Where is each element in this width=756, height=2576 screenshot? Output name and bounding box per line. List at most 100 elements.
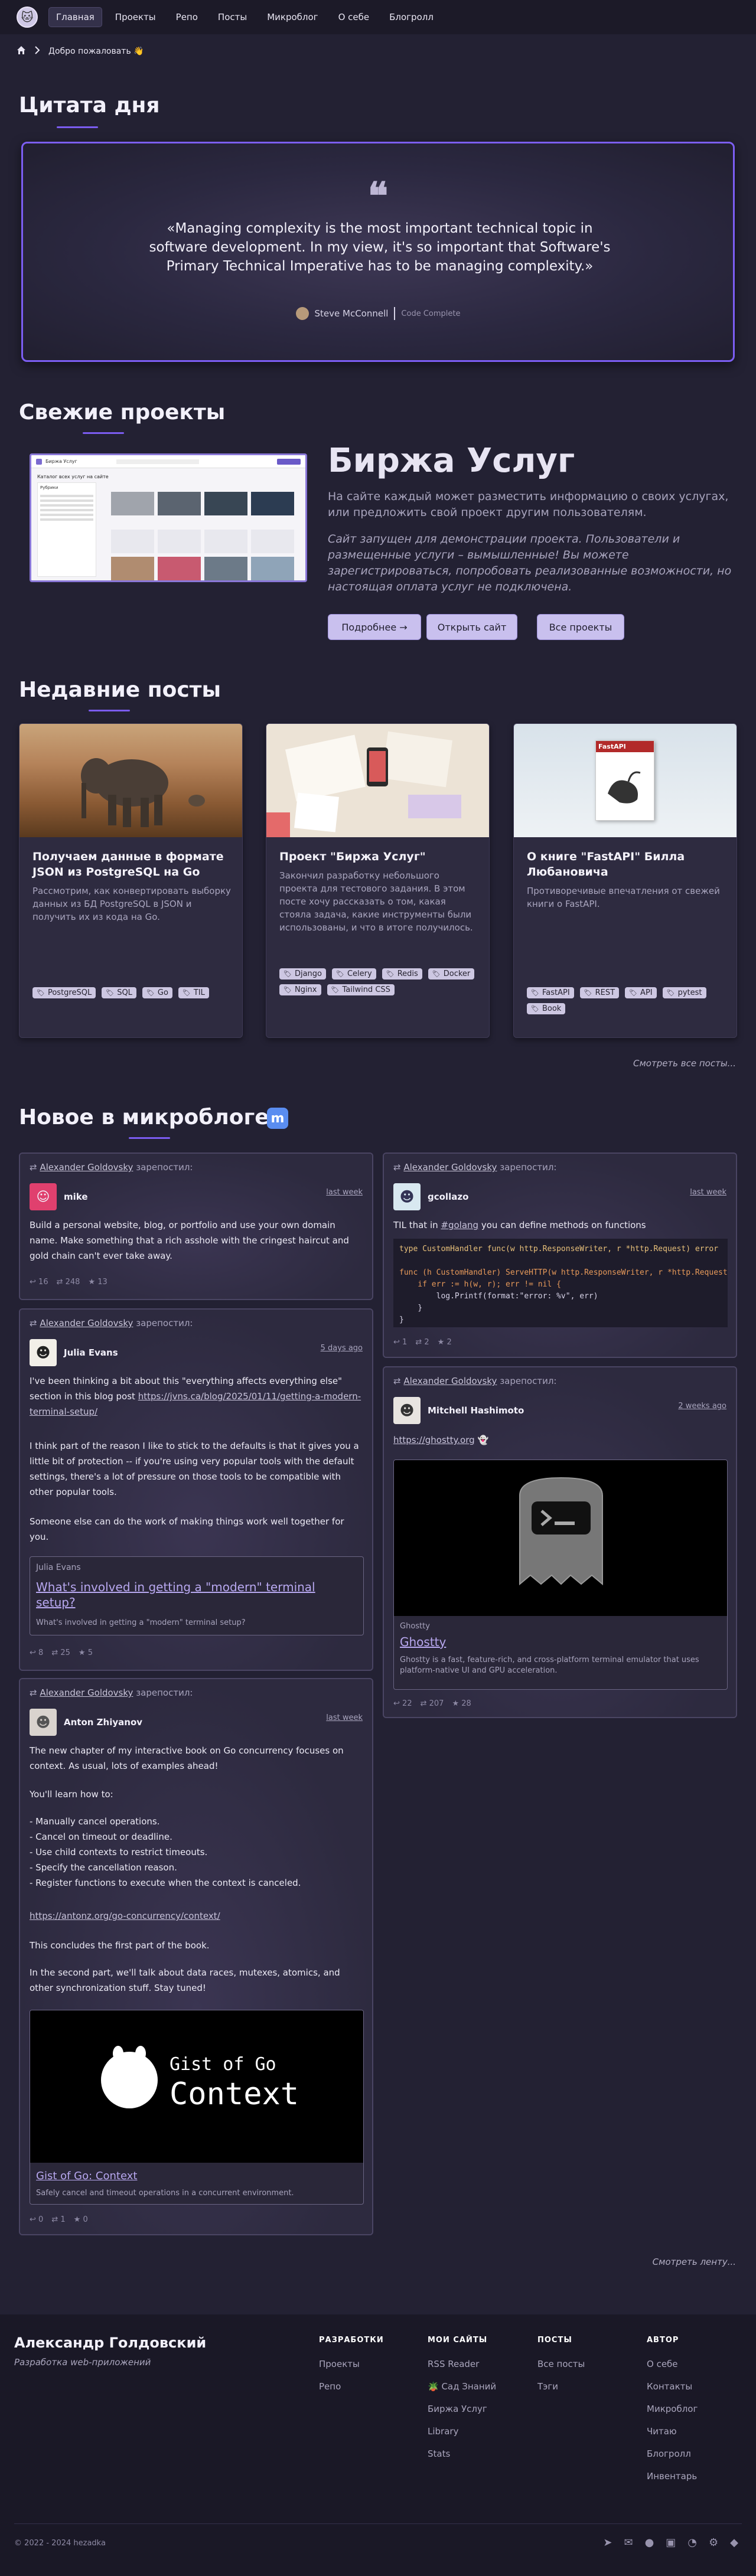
nav-microblog[interactable]: Микроблог (260, 8, 325, 27)
hashtag-link[interactable]: #golang (441, 1220, 478, 1230)
footer-link[interactable]: Читаю (647, 2426, 741, 2437)
all-projects-button[interactable]: Все проекты (537, 614, 624, 640)
booster-link[interactable]: Alexander Goldovsky (40, 1162, 133, 1173)
reply-count: 1 (402, 1338, 408, 1347)
home-icon[interactable] (17, 45, 26, 57)
boost-label: зарепостил: (136, 1318, 193, 1328)
footer-link[interactable]: Биржа Услуг (428, 2404, 528, 2414)
nav-blogroll[interactable]: Блогролл (382, 8, 441, 27)
more-button[interactable]: Подробнее → (328, 614, 421, 640)
footer-link[interactable]: Тэги (537, 2381, 632, 2392)
footer-link[interactable]: О себе (647, 2359, 741, 2369)
tag-chip[interactable]: 🏷 PostgreSQL (32, 987, 96, 998)
booster-link[interactable]: Alexander Goldovsky (40, 1318, 133, 1328)
preview-image: Gist of Go Context (30, 2010, 363, 2163)
footer-link[interactable]: Инвентарь (647, 2471, 741, 2482)
footer-link[interactable]: Library (428, 2426, 528, 2437)
post-link[interactable]: https://antonz.org/go-concurrency/contex… (30, 1911, 220, 1921)
post-time[interactable]: 5 days ago (321, 1344, 363, 1353)
tag-chip[interactable]: 🏷 Django (279, 968, 327, 980)
quote-source: Code Complete (401, 309, 461, 318)
post-card[interactable]: FastAPI О книге "FastAPI" Билла Любанови… (513, 723, 737, 1038)
tag-chip[interactable]: 🏷 pytest (662, 987, 706, 998)
footer: Александр Голдовский Разработка web-прил… (0, 2314, 756, 2576)
user-name[interactable]: Anton Zhiyanov (64, 1717, 142, 1728)
user-name[interactable]: Mitchell Hashimoto (428, 1405, 524, 1416)
see-feed-link[interactable]: Смотреть ленту... (653, 2257, 736, 2267)
fav-count: 2 (447, 1338, 452, 1347)
tag-chip[interactable]: 🏷 Go (142, 987, 172, 998)
tag-chip[interactable]: 🏷 Book (527, 1003, 566, 1014)
link-preview-card[interactable]: Gist of Go Context Gist of Go: Context S… (30, 2010, 364, 2205)
link-preview-card[interactable]: Ghostty Ghostty Ghostty is a fast, featu… (393, 1460, 728, 1690)
user-avatar[interactable]: ☺ (30, 1183, 57, 1210)
footer-link[interactable]: Микроблог (647, 2404, 741, 2414)
screenshot-filter: Рубрики (40, 485, 58, 490)
footer-link[interactable]: 🪴 Сад Знаний (428, 2381, 528, 2392)
link-preview-card[interactable]: Julia Evans What's involved in getting a… (30, 1556, 364, 1635)
tag-chip[interactable]: 🏷 Tailwind CSS (327, 984, 395, 995)
user-name[interactable]: mike (64, 1191, 88, 1202)
post-card[interactable]: Получаем данные в формате JSON из Postgr… (19, 723, 243, 1038)
list-item: - Cancel on timeout or deadline. (30, 1831, 172, 1842)
project-title[interactable]: Биржа Услуг (328, 442, 575, 480)
project-screenshot[interactable]: Биржа Услуг Каталог всех услуг на сайте … (30, 453, 307, 582)
footer-link[interactable]: Репо (319, 2381, 413, 2392)
user-name[interactable]: Julia Evans (64, 1347, 118, 1358)
tag-chip[interactable]: 🏷 SQL (102, 987, 136, 998)
booster-link[interactable]: Alexander Goldovsky (403, 1162, 497, 1173)
post-title[interactable]: Проект "Биржа Услуг" (279, 849, 480, 864)
post-time[interactable]: 2 weeks ago (678, 1402, 726, 1411)
user-avatar[interactable]: ☻ (393, 1397, 421, 1424)
card-title[interactable]: Ghostty (400, 1635, 446, 1649)
boost-icon: ⇄ (30, 1687, 37, 1698)
footer-link[interactable]: Контакты (647, 2381, 741, 2392)
open-site-button[interactable]: Открыть сайт (426, 614, 517, 640)
post-title[interactable]: О книге "FastAPI" Билла Любановича (527, 849, 728, 880)
reply-count: 16 (38, 1278, 48, 1287)
footer-link[interactable]: RSS Reader (428, 2359, 528, 2369)
mastodon-icon[interactable]: ▣ (666, 2536, 676, 2549)
tag-chip[interactable]: 🏷 API (625, 987, 657, 998)
user-name[interactable]: gcollazo (428, 1191, 468, 1202)
post-link[interactable]: https://ghostty.org (393, 1435, 475, 1445)
footer-link[interactable]: Все посты (537, 2359, 632, 2369)
telegram-icon[interactable]: ➤ (603, 2536, 612, 2549)
gopher-logo (101, 2052, 158, 2108)
footer-link[interactable]: Stats (428, 2448, 528, 2459)
tag-chip[interactable]: 🏷 Redis (382, 968, 422, 980)
user-avatar[interactable]: ☻ (30, 1339, 57, 1366)
nav-about[interactable]: О себе (331, 8, 377, 27)
booster-link[interactable]: Alexander Goldovsky (403, 1376, 497, 1386)
tag-chip[interactable]: 🏷 REST (579, 987, 620, 998)
card-title[interactable]: Gist of Go: Context (36, 2170, 137, 2182)
see-all-posts-link[interactable]: Смотреть все посты... (633, 1058, 736, 1069)
tag-chip[interactable]: 🏷 FastAPI (527, 987, 574, 998)
footer-link[interactable]: Проекты (319, 2359, 413, 2369)
tag-icon: 🏷 (432, 970, 441, 978)
nav-repo[interactable]: Репо (169, 8, 205, 27)
footer-link[interactable]: Блогролл (647, 2448, 741, 2459)
user-avatar[interactable]: ☻ (30, 1709, 57, 1736)
card-title[interactable]: What's involved in getting a "modern" te… (36, 1579, 355, 1610)
mail-icon[interactable]: ✉ (624, 2536, 633, 2549)
tag-chip[interactable]: 🏷 Nginx (279, 984, 321, 995)
cat-avatar-icon[interactable]: 🐱 (17, 6, 38, 28)
post-card[interactable]: Проект "Биржа Услуг" Закончил разработку… (266, 723, 490, 1038)
nav-projects[interactable]: Проекты (108, 8, 163, 27)
rss-icon[interactable]: ◔ (687, 2536, 697, 2549)
post-time[interactable]: last week (690, 1188, 726, 1197)
booster-link[interactable]: Alexander Goldovsky (40, 1687, 133, 1698)
steam-icon[interactable]: ⚙ (709, 2536, 718, 2549)
tag-chip[interactable]: 🏷 Docker (428, 968, 475, 980)
leetcode-icon[interactable]: ◆ (730, 2536, 738, 2549)
post-title[interactable]: Получаем данные в формате JSON из Postgr… (32, 849, 233, 880)
tag-chip[interactable]: 🏷 TIL (178, 987, 209, 998)
post-time[interactable]: last week (326, 1188, 363, 1197)
github-icon[interactable]: ● (645, 2536, 654, 2549)
user-avatar[interactable]: ☻ (393, 1183, 421, 1210)
nav-home[interactable]: Главная (48, 7, 102, 27)
post-time[interactable]: last week (326, 1713, 363, 1722)
tag-chip[interactable]: 🏷 Celery (332, 968, 376, 980)
nav-posts[interactable]: Посты (211, 8, 254, 27)
